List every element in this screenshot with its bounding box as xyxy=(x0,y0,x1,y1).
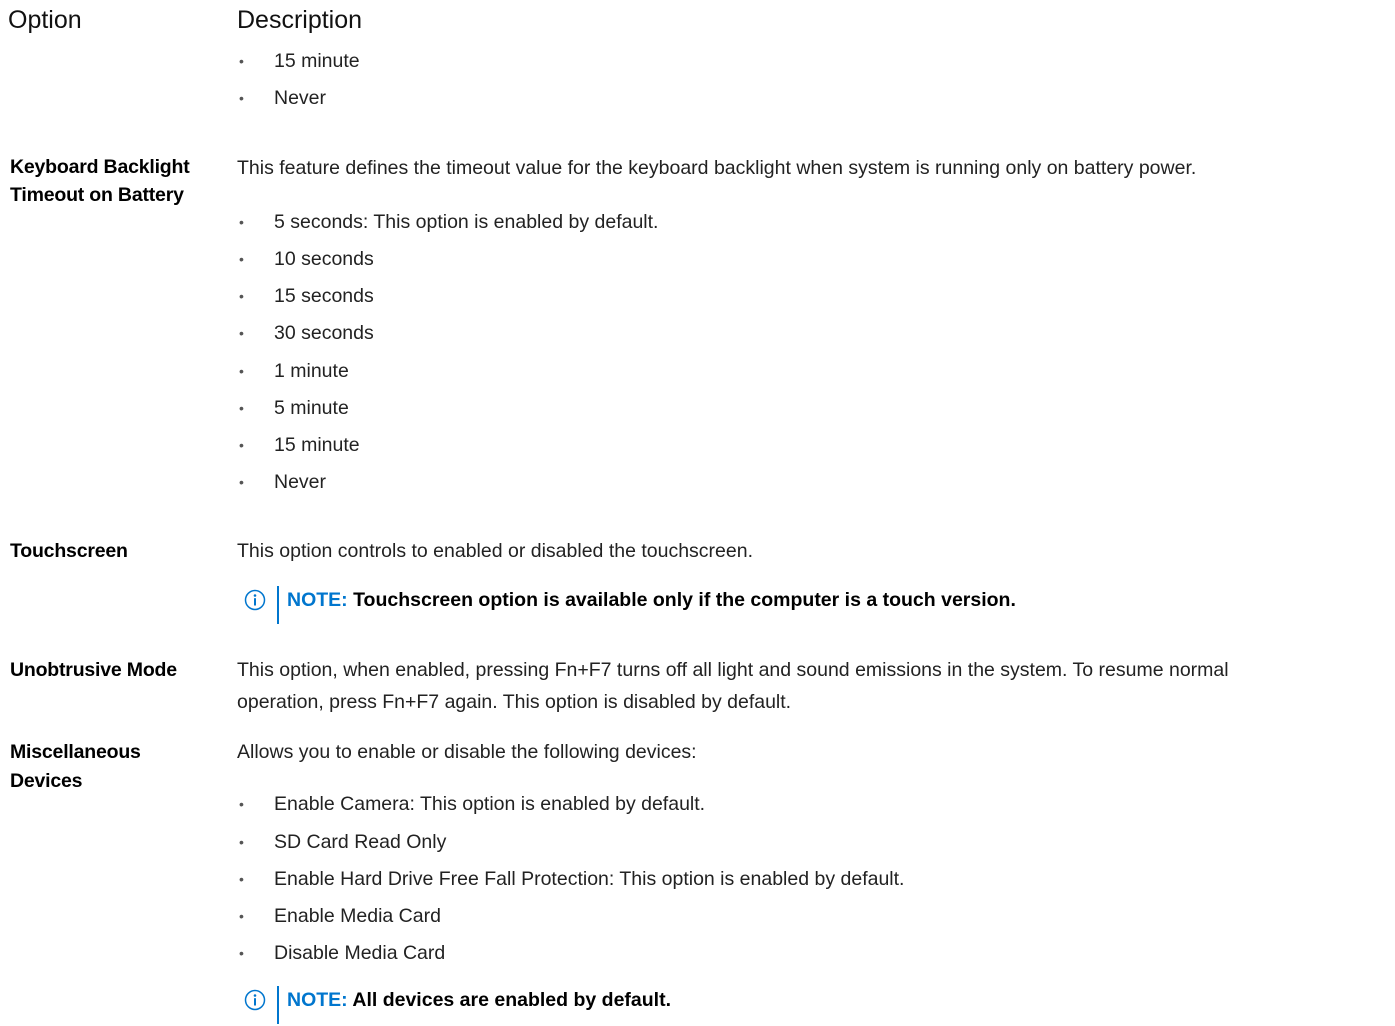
bullet-dot: • xyxy=(239,250,244,267)
list-item: • 15 minute xyxy=(237,430,360,459)
option-description: Allows you to enable or disable the foll… xyxy=(237,741,697,763)
column-header-description: Description xyxy=(237,6,363,34)
bullet-dot: • xyxy=(239,473,244,490)
bullet-dot: • xyxy=(239,213,244,230)
bullet-dot: • xyxy=(239,436,244,453)
list-item: • Disable Media Card xyxy=(237,938,445,967)
bullet-dot: • xyxy=(239,870,244,887)
note-text: All devices are enabled by default. xyxy=(352,989,671,1011)
list-item: • 30 seconds xyxy=(237,318,374,347)
note-touchscreen: NOTE: Touchscreen option is available on… xyxy=(244,586,1016,626)
bullet-dot: • xyxy=(239,89,244,106)
bullet-dot: • xyxy=(239,52,244,69)
note-divider xyxy=(277,986,279,1024)
bullet-dot: • xyxy=(239,362,244,379)
list-item: • Enable Hard Drive Free Fall Protection:… xyxy=(237,864,904,893)
option-description-line: operation, press Fn+F7 again. This optio… xyxy=(237,691,792,713)
bullet-dot: • xyxy=(239,287,244,304)
option-name-miscellaneous-devices: Miscellaneous Devices xyxy=(10,741,141,792)
bullet-dot: • xyxy=(239,795,244,812)
bullet-dot: • xyxy=(239,399,244,416)
option-name-unobtrusive-mode: Unobtrusive Mode xyxy=(10,659,177,681)
option-name-keyboard-backlight-timeout: Keyboard Backlight Timeout on Battery xyxy=(10,156,190,206)
list-item: • 1 minute xyxy=(237,356,349,385)
note-text: Touchscreen option is available only if … xyxy=(353,589,1016,611)
option-description-line: This option, when enabled, pressing Fn+F… xyxy=(237,659,1229,681)
list-item: • Never xyxy=(237,83,326,112)
bullet-dot: • xyxy=(239,944,244,961)
option-name-touchscreen: Touchscreen xyxy=(10,540,128,562)
option-description: This option controls to enabled or disab… xyxy=(237,540,753,562)
list-item: • SD Card Read Only xyxy=(237,827,446,856)
column-header-option: Option xyxy=(8,6,82,34)
list-item: • Never xyxy=(237,467,326,496)
bullet-dot: • xyxy=(239,907,244,924)
info-icon xyxy=(244,589,266,611)
list-item: • 15 minute xyxy=(237,46,360,75)
note-label: NOTE: xyxy=(287,989,348,1011)
bullet-dot: • xyxy=(239,833,244,850)
list-item: • 5 minute xyxy=(237,393,349,422)
note-label: NOTE: xyxy=(287,589,348,611)
list-item: • 5 seconds: This option is enabled by de… xyxy=(237,207,658,236)
info-icon xyxy=(244,989,266,1011)
list-item: • Enable Media Card xyxy=(237,901,441,930)
note-divider xyxy=(277,586,279,624)
list-item: • Enable Camera: This option is enabled b… xyxy=(237,789,705,818)
option-description: This feature defines the timeout value f… xyxy=(237,157,1197,179)
bullet-dot: • xyxy=(239,324,244,341)
list-item: • 15 seconds xyxy=(237,281,374,310)
note-all-devices: NOTE: All devices are enabled by default… xyxy=(244,986,671,1026)
list-item: • 10 seconds xyxy=(237,244,374,273)
